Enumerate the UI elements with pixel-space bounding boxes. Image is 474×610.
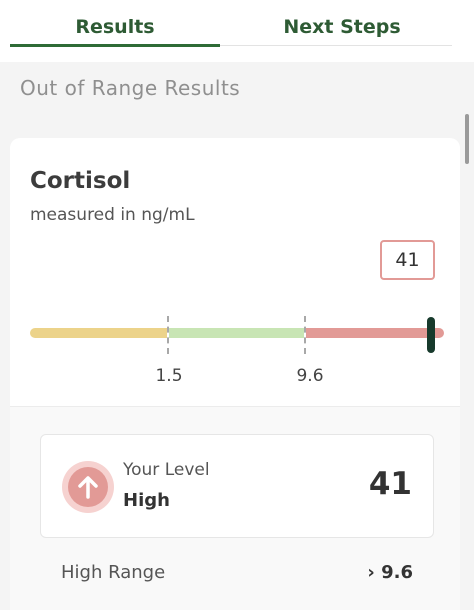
range-segment-high <box>306 328 444 338</box>
result-marker <box>427 317 435 353</box>
active-tab-indicator <box>10 44 220 47</box>
tab-bar: Results Next Steps <box>0 0 474 62</box>
range-threshold-label-high: 9.6 <box>296 366 324 386</box>
tab-next-steps[interactable]: Next Steps <box>232 16 452 48</box>
range-segment-normal <box>169 328 304 338</box>
range-row-value: › 9.6 <box>367 562 413 583</box>
section-heading: Out of Range Results <box>20 76 241 100</box>
arrow-up-icon <box>68 467 108 507</box>
test-unit: measured in ng/mL <box>30 205 195 225</box>
test-name: Cortisol <box>30 168 131 194</box>
level-label: Your Level <box>123 460 210 480</box>
range-segment-low <box>30 328 167 338</box>
scrollbar[interactable] <box>465 114 469 164</box>
range-threshold-tick-low <box>167 316 169 354</box>
range-row-label: High Range <box>61 562 166 583</box>
result-value-badge: 41 <box>380 240 435 280</box>
level-status: High <box>123 490 170 511</box>
tab-divider <box>220 45 452 46</box>
range-threshold-label-low: 1.5 <box>155 366 183 386</box>
range-threshold-tick-high <box>304 316 306 354</box>
level-value: 41 <box>368 466 412 502</box>
